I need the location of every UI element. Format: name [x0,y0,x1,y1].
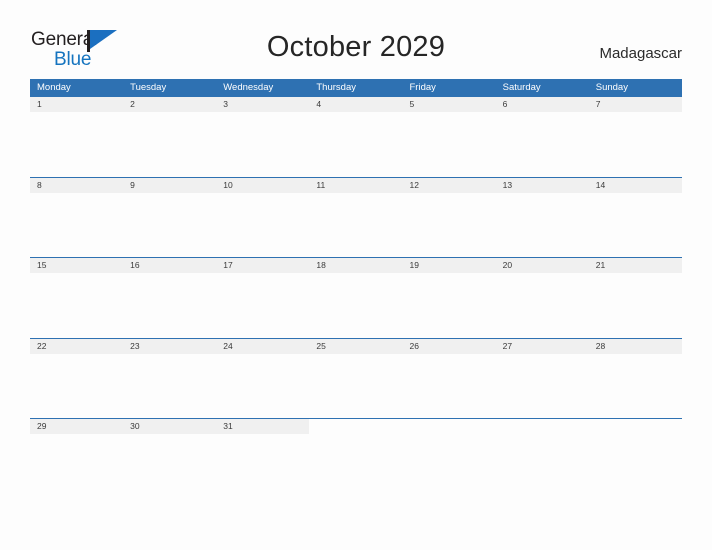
week-date-band: 29 30 31 [30,419,682,434]
week-date-band: 1 2 3 4 5 6 7 [30,97,682,112]
day-cell[interactable]: 13 [495,177,589,193]
weekday-header-sunday: Sunday [595,82,628,93]
day-cell[interactable]: 27 [495,338,589,354]
day-cell[interactable]: 5 [402,97,496,112]
day-cell[interactable]: 17 [216,258,310,273]
calendar-week-row: 8 9 10 11 12 13 14 [30,176,682,258]
day-cell[interactable]: 18 [309,258,403,273]
week-date-band: 22 23 24 25 26 27 28 [30,338,682,354]
weekday-header-row: Monday Tuesday Wednesday Thursday Friday… [30,79,682,96]
day-cell[interactable]: 8 [30,177,124,193]
calendar-week-row: 1 2 3 4 5 6 7 [30,96,682,177]
day-cell[interactable]: 3 [216,97,310,112]
weekday-header-tuesday: Tuesday [130,82,167,93]
day-cell-empty [495,419,589,434]
week-note-area[interactable] [30,273,682,337]
day-cell-empty [309,419,403,434]
calendar-grid: Monday Tuesday Wednesday Thursday Friday… [30,79,682,499]
day-cell[interactable]: 30 [123,419,217,434]
week-note-area[interactable] [30,192,682,257]
week-date-band: 15 16 17 18 19 20 21 [30,258,682,273]
day-cell[interactable]: 14 [588,177,682,193]
day-cell[interactable]: 19 [402,258,496,273]
calendar-page: General Blue October 2029 Madagascar Mon… [0,0,712,550]
day-cell[interactable]: 1 [30,97,124,112]
day-cell[interactable]: 6 [495,97,589,112]
calendar-week-row: 22 23 24 25 26 27 28 [30,337,682,419]
day-cell[interactable]: 7 [588,97,682,112]
day-cell[interactable]: 11 [309,177,403,193]
weekday-header-friday: Friday [409,82,436,93]
day-cell[interactable]: 4 [309,97,403,112]
calendar-week-row: 29 30 31 [30,418,682,499]
week-note-area[interactable] [30,353,682,418]
week-note-area[interactable] [30,434,682,498]
day-cell[interactable]: 29 [30,419,124,434]
day-cell[interactable]: 9 [123,177,217,193]
weekday-header-saturday: Saturday [502,82,541,93]
page-header: General Blue October 2029 Madagascar [0,0,712,78]
day-cell[interactable]: 26 [402,338,496,354]
day-cell[interactable]: 25 [309,338,403,354]
day-cell[interactable]: 23 [123,338,217,354]
weekday-header-monday: Monday [37,82,71,93]
day-cell-empty [588,419,682,434]
day-cell[interactable]: 21 [588,258,682,273]
day-cell[interactable]: 10 [216,177,310,193]
day-cell[interactable]: 22 [30,338,124,354]
day-cell[interactable]: 2 [123,97,217,112]
weekday-header-thursday: Thursday [316,82,356,93]
week-note-area[interactable] [30,112,682,176]
country-label: Madagascar [599,45,682,62]
day-cell[interactable]: 24 [216,338,310,354]
day-cell[interactable]: 28 [588,338,682,354]
day-cell[interactable]: 16 [123,258,217,273]
day-cell[interactable]: 12 [402,177,496,193]
week-date-band: 8 9 10 11 12 13 14 [30,177,682,193]
day-cell[interactable]: 15 [30,258,124,273]
day-cell[interactable]: 31 [216,419,310,434]
weekday-header-wednesday: Wednesday [223,82,274,93]
day-cell[interactable]: 20 [495,258,589,273]
day-cell-empty [402,419,496,434]
calendar-week-row: 15 16 17 18 19 20 21 [30,257,682,338]
